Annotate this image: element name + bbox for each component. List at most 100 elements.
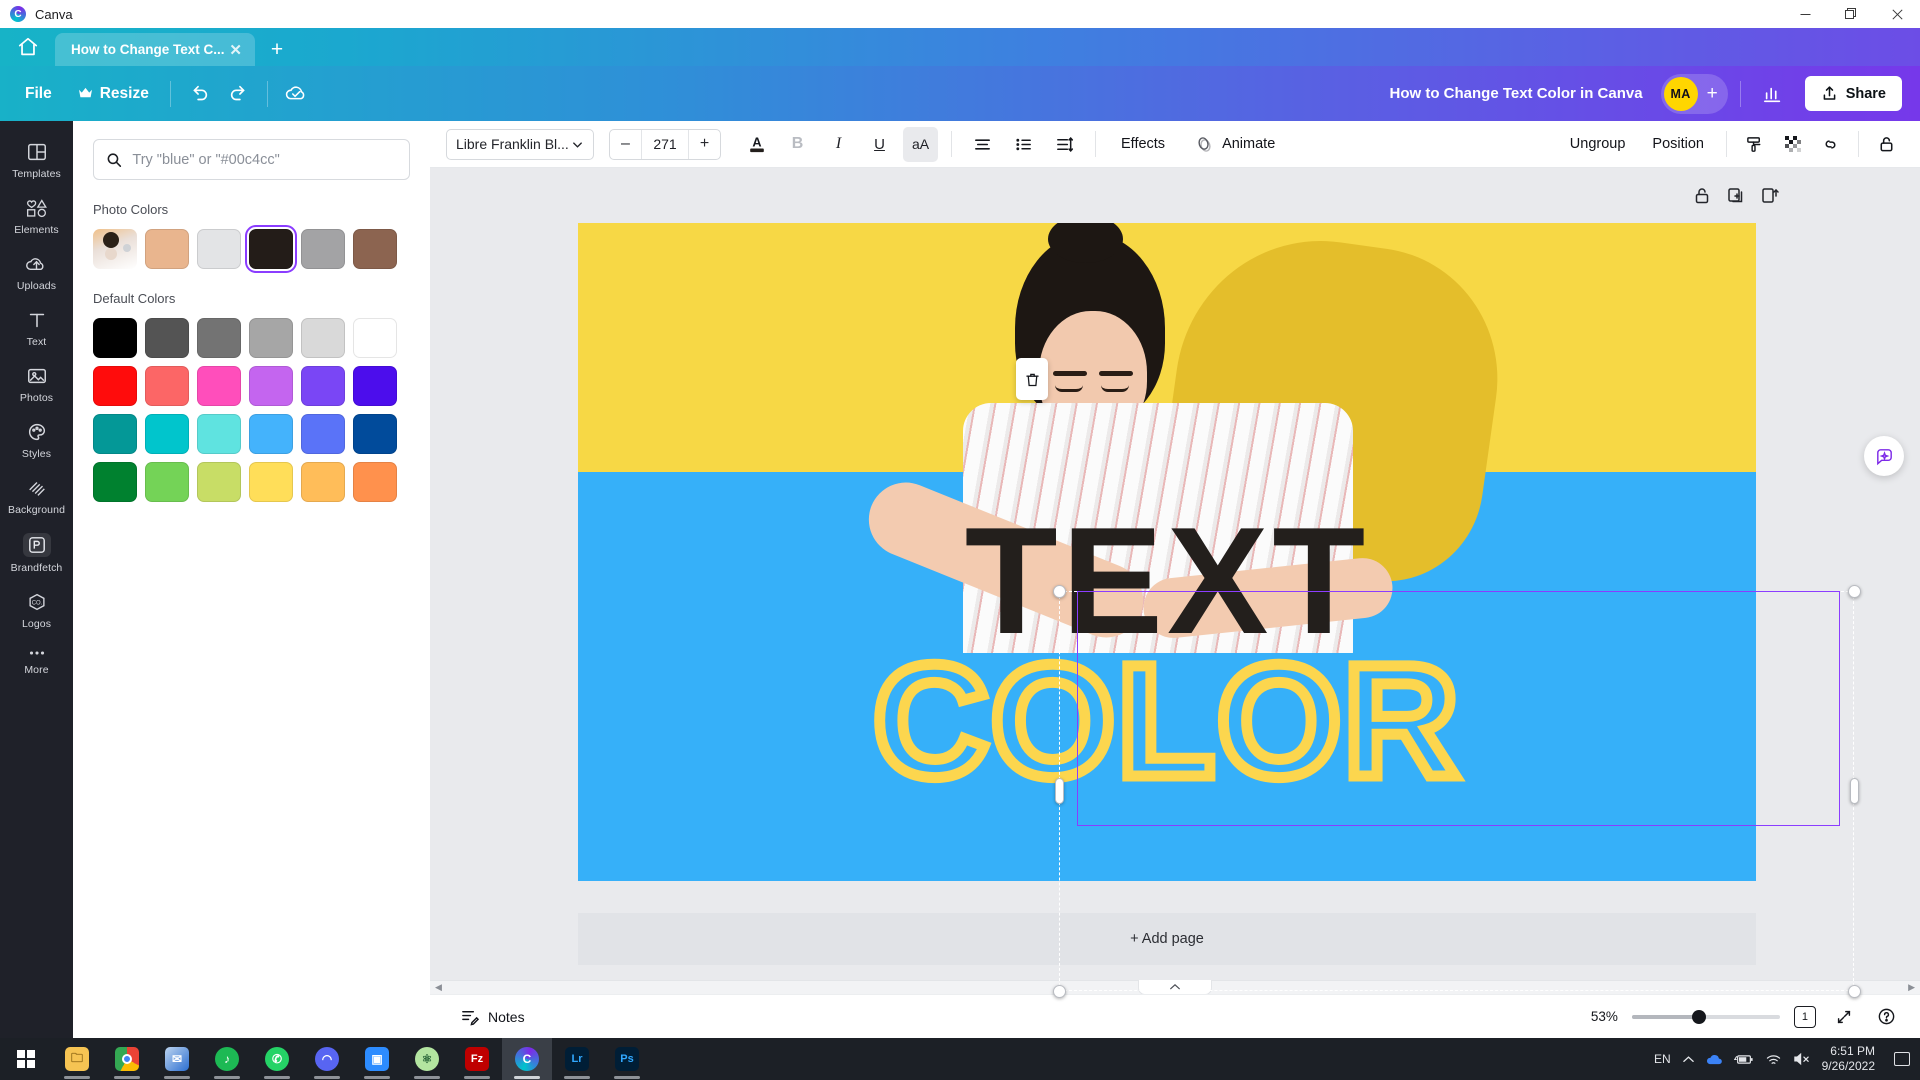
- color-swatch[interactable]: [145, 366, 189, 406]
- color-swatch[interactable]: [249, 318, 293, 358]
- battery-charging-icon[interactable]: [1734, 1053, 1754, 1066]
- sidebar-item-templates[interactable]: Templates: [0, 131, 73, 187]
- color-swatch[interactable]: [197, 366, 241, 406]
- position-button[interactable]: Position: [1640, 127, 1716, 162]
- zoom-slider[interactable]: [1632, 1015, 1780, 1019]
- color-swatch[interactable]: [353, 414, 397, 454]
- resize-button[interactable]: Resize: [65, 78, 162, 110]
- photo-thumbnail-swatch[interactable]: [93, 229, 137, 269]
- scroll-left-arrow[interactable]: ◀: [430, 982, 447, 993]
- document-tab[interactable]: How to Change Text C... ✕: [55, 33, 255, 66]
- color-swatch[interactable]: [353, 366, 397, 406]
- delete-page-icon[interactable]: [1760, 186, 1780, 206]
- color-swatch[interactable]: [353, 318, 397, 358]
- taskbar-app-photoshop[interactable]: Ps: [602, 1038, 652, 1080]
- resize-handle-right[interactable]: [1850, 778, 1859, 804]
- share-button[interactable]: Share: [1805, 76, 1902, 111]
- font-size-decrease[interactable]: –: [610, 130, 641, 159]
- photo-color-swatch[interactable]: [301, 229, 345, 269]
- bold-button[interactable]: B: [780, 127, 815, 162]
- tray-chevron-up-icon[interactable]: [1682, 1055, 1695, 1064]
- sidebar-item-elements[interactable]: Elements: [0, 187, 73, 243]
- lock-button[interactable]: [1869, 127, 1904, 162]
- color-swatch[interactable]: [197, 318, 241, 358]
- color-swatch[interactable]: [93, 366, 137, 406]
- maximize-button[interactable]: [1828, 0, 1874, 28]
- tab-close-icon[interactable]: ✕: [226, 41, 245, 59]
- fullscreen-button[interactable]: [1830, 1003, 1858, 1031]
- ungroup-button[interactable]: Ungroup: [1558, 127, 1638, 162]
- font-size-increase[interactable]: +: [689, 130, 720, 159]
- link-button[interactable]: [1813, 127, 1848, 162]
- file-menu-button[interactable]: File: [12, 78, 65, 110]
- color-swatch[interactable]: [145, 462, 189, 502]
- tray-clock[interactable]: 6:51 PM 9/26/2022: [1822, 1044, 1875, 1074]
- align-button[interactable]: [965, 127, 1000, 162]
- avatar[interactable]: MA: [1664, 77, 1698, 111]
- lock-page-icon[interactable]: [1692, 186, 1712, 206]
- onedrive-icon[interactable]: [1706, 1053, 1723, 1066]
- close-button[interactable]: [1874, 0, 1920, 28]
- font-size-stepper[interactable]: – 271 +: [609, 129, 721, 160]
- font-size-value[interactable]: 271: [641, 130, 689, 159]
- taskbar-app-google-chrome[interactable]: [102, 1038, 152, 1080]
- scroll-right-arrow[interactable]: ▶: [1903, 982, 1920, 993]
- photo-color-swatch[interactable]: [353, 229, 397, 269]
- photo-color-swatch[interactable]: [197, 229, 241, 269]
- resize-handle-top-left[interactable]: [1053, 585, 1066, 598]
- notification-icon[interactable]: [1894, 1052, 1910, 1066]
- color-swatch[interactable]: [93, 462, 137, 502]
- start-button[interactable]: [0, 1038, 52, 1080]
- color-swatch[interactable]: [353, 462, 397, 502]
- color-swatch[interactable]: [93, 318, 137, 358]
- taskbar-app-lightroom[interactable]: Lr: [552, 1038, 602, 1080]
- transparency-button[interactable]: [1775, 127, 1810, 162]
- color-swatch[interactable]: [249, 366, 293, 406]
- color-swatch[interactable]: [197, 414, 241, 454]
- color-swatch[interactable]: [301, 462, 345, 502]
- bullet-list-button[interactable]: [1006, 127, 1041, 162]
- wifi-icon[interactable]: [1765, 1053, 1782, 1066]
- taskbar-app-zoom[interactable]: ▣: [352, 1038, 402, 1080]
- taskbar-app-discord[interactable]: ◠: [302, 1038, 352, 1080]
- line-spacing-button[interactable]: [1047, 127, 1082, 162]
- letter-case-button[interactable]: aA: [903, 127, 938, 162]
- resize-handle-top-right[interactable]: [1848, 585, 1861, 598]
- taskbar-app-file-explorer[interactable]: 🗀: [52, 1038, 102, 1080]
- magic-ai-button[interactable]: [1864, 436, 1904, 476]
- font-family-select[interactable]: Libre Franklin Bl...: [446, 129, 594, 160]
- underline-button[interactable]: U: [862, 127, 897, 162]
- volume-muted-icon[interactable]: [1793, 1052, 1811, 1066]
- taskbar-app-whatsapp[interactable]: ✆: [252, 1038, 302, 1080]
- page-count-button[interactable]: 1: [1794, 1006, 1816, 1028]
- color-swatch[interactable]: [301, 366, 345, 406]
- text-color-button[interactable]: A: [739, 127, 774, 162]
- taskbar-app-mail[interactable]: ✉: [152, 1038, 202, 1080]
- sidebar-item-photos[interactable]: Photos: [0, 355, 73, 411]
- animate-button[interactable]: Animate: [1183, 127, 1287, 162]
- color-swatch[interactable]: [145, 318, 189, 358]
- duplicate-page-icon[interactable]: [1726, 186, 1746, 206]
- home-button[interactable]: [0, 28, 55, 66]
- sidebar-item-text[interactable]: Text: [0, 299, 73, 355]
- new-tab-button[interactable]: +: [255, 33, 299, 66]
- sidebar-item-logos[interactable]: CO. Logos: [0, 581, 73, 637]
- tray-language[interactable]: EN: [1654, 1052, 1671, 1066]
- cloud-saved-button[interactable]: [276, 74, 316, 114]
- taskbar-app-spotify[interactable]: ♪: [202, 1038, 252, 1080]
- zoom-slider-knob[interactable]: [1692, 1010, 1706, 1024]
- copy-style-button[interactable]: [1737, 127, 1772, 162]
- color-search-input[interactable]: [132, 152, 397, 168]
- effects-button[interactable]: Effects: [1109, 127, 1177, 162]
- color-swatch[interactable]: [249, 462, 293, 502]
- taskbar-app-atom[interactable]: ⚛: [402, 1038, 452, 1080]
- sidebar-item-styles[interactable]: Styles: [0, 411, 73, 467]
- color-swatch[interactable]: [301, 318, 345, 358]
- color-swatch[interactable]: [301, 414, 345, 454]
- color-swatch[interactable]: [93, 414, 137, 454]
- notes-button[interactable]: Notes: [450, 1001, 535, 1032]
- taskbar-app-filezilla[interactable]: Fz: [452, 1038, 502, 1080]
- photo-color-swatch-selected[interactable]: [249, 229, 293, 269]
- undo-button[interactable]: [179, 74, 219, 114]
- sidebar-item-more[interactable]: More: [0, 637, 73, 683]
